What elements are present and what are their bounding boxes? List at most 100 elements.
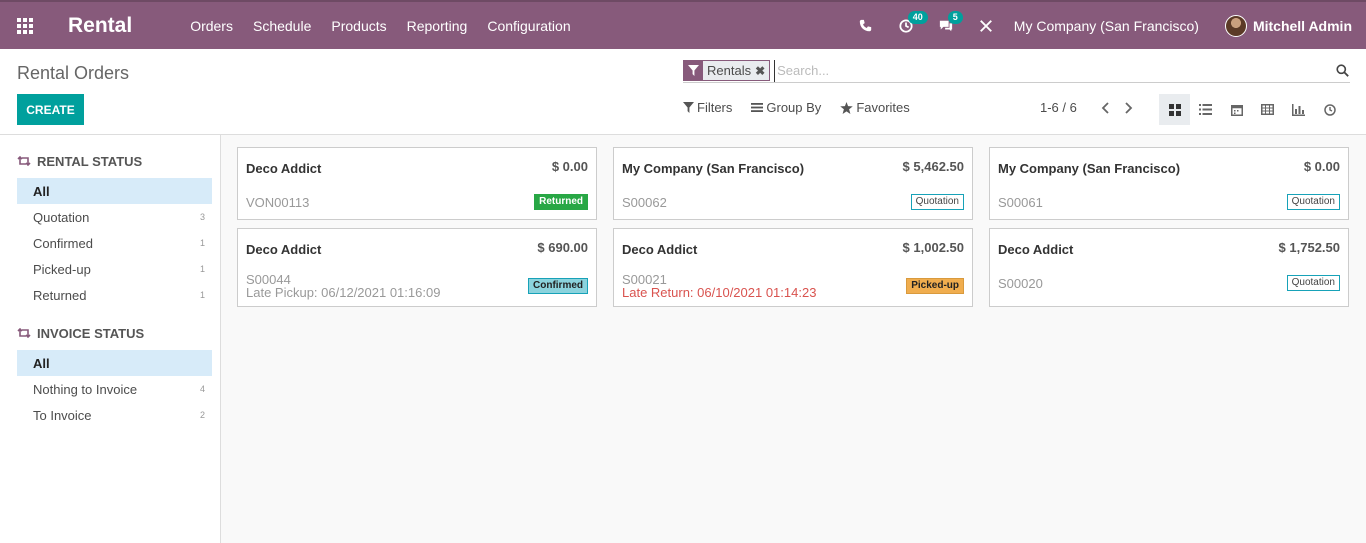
search-icon[interactable] — [1334, 64, 1350, 77]
pager: 1-6 / 6 — [1040, 100, 1141, 115]
group-by-label: Group By — [766, 100, 822, 115]
kanban-card[interactable]: Deco Addict $ 1,002.50 S00021 Late Retur… — [613, 228, 973, 307]
menu-configuration[interactable]: Configuration — [477, 18, 580, 34]
avatar — [1224, 14, 1247, 37]
kanban-card[interactable]: My Company (San Francisco) $ 5,462.50 S0… — [613, 147, 973, 220]
control-panel: Rental Orders CREATE Rentals ✖ Filters G… — [0, 49, 1366, 135]
pager-next-icon[interactable] — [1117, 101, 1141, 114]
filter-label: All — [33, 355, 50, 371]
filter-count: 1 — [199, 290, 205, 300]
rental-status-returned[interactable]: Returned 1 — [17, 282, 212, 308]
rental-status-all[interactable]: All — [17, 178, 212, 204]
invoice-status-nothing-to-invoice[interactable]: Nothing to Invoice 4 — [17, 376, 212, 402]
pager-value[interactable]: 1-6 / 6 — [1040, 100, 1077, 115]
filter-count: 4 — [199, 384, 205, 394]
group-by-button[interactable]: Group By — [751, 100, 821, 115]
list-view-icon[interactable] — [1190, 94, 1221, 125]
activity-clock-icon[interactable]: 40 — [886, 2, 928, 49]
invoice-status-header: INVOICE STATUS — [17, 323, 220, 343]
card-amount: $ 1,752.50 — [1278, 240, 1340, 255]
rental-status-picked-up[interactable]: Picked-up 1 — [17, 256, 212, 282]
filter-icon — [684, 61, 703, 80]
company-switcher[interactable]: My Company (San Francisco) — [1014, 18, 1199, 34]
app-title[interactable]: Rental — [68, 14, 132, 38]
filter-count: 1 — [199, 238, 205, 248]
filters-button[interactable]: Filters — [683, 100, 732, 115]
invoice-status-all[interactable]: All — [17, 350, 212, 376]
debug-tools-icon[interactable] — [966, 2, 1006, 49]
user-name: Mitchell Admin — [1252, 17, 1352, 34]
menu-reporting[interactable]: Reporting — [397, 18, 478, 34]
create-button[interactable]: CREATE — [17, 94, 84, 125]
card-reference: S00020 — [998, 276, 1043, 291]
messages-count-badge: 5 — [947, 11, 963, 24]
kanban-view: Deco Addict $ 0.00 VON00113 Returned My … — [237, 147, 1350, 307]
filter-label: Confirmed — [33, 235, 93, 251]
retweet-icon — [17, 156, 31, 166]
card-amount: $ 0.00 — [1303, 159, 1340, 174]
card-amount: $ 5,462.50 — [902, 159, 964, 174]
kanban-view-icon[interactable] — [1159, 94, 1190, 125]
list-bars-icon — [751, 103, 764, 112]
card-reference: VON00113 — [246, 195, 310, 210]
card-amount: $ 690.00 — [537, 240, 588, 255]
rental-status-title: RENTAL STATUS — [37, 153, 143, 169]
pivot-view-icon[interactable] — [1252, 94, 1283, 125]
facet-remove-icon[interactable]: ✖ — [755, 64, 769, 78]
graph-view-icon[interactable] — [1283, 94, 1314, 125]
status-badge: Quotation — [1286, 275, 1340, 291]
user-menu[interactable]: Mitchell Admin — [1224, 14, 1352, 37]
filter-funnel-icon — [683, 102, 694, 113]
card-amount: $ 1,002.50 — [902, 240, 964, 255]
search-input[interactable] — [774, 59, 1334, 82]
card-reference: S00062 — [622, 195, 667, 210]
card-partner: Deco Addict — [998, 242, 1074, 257]
card-late-return: Late Return: 06/10/2021 01:14:23 — [622, 285, 817, 300]
menu-orders[interactable]: Orders — [180, 18, 243, 34]
view-switcher — [1159, 94, 1345, 125]
card-late-pickup: Late Pickup: 06/12/2021 01:16:09 — [246, 285, 441, 300]
filters-label: Filters — [697, 100, 733, 115]
kanban-card[interactable]: Deco Addict $ 690.00 S00044 Late Pickup:… — [237, 228, 597, 307]
filter-label: Quotation — [33, 209, 90, 225]
filter-label: Picked-up — [33, 261, 91, 277]
filter-label: Nothing to Invoice — [33, 381, 138, 397]
filter-label: All — [33, 183, 50, 199]
retweet-icon — [17, 328, 31, 338]
rental-status-quotation[interactable]: Quotation 3 — [17, 204, 212, 230]
phone-icon[interactable] — [846, 2, 886, 49]
card-partner: My Company (San Francisco) — [998, 161, 1181, 176]
rental-status-confirmed[interactable]: Confirmed 1 — [17, 230, 212, 256]
card-amount: $ 0.00 — [551, 159, 588, 174]
main-menu: Orders Schedule Products Reporting Confi… — [180, 18, 580, 34]
search-panel: RENTAL STATUS All Quotation 3 Confirmed … — [0, 135, 221, 543]
card-reference: S00061 — [998, 195, 1043, 210]
activity-count-badge: 40 — [907, 11, 928, 24]
status-badge: Quotation — [1286, 194, 1340, 210]
calendar-view-icon[interactable] — [1221, 94, 1252, 125]
page-title: Rental Orders — [17, 63, 130, 83]
top-navbar: Rental Orders Schedule Products Reportin… — [0, 0, 1366, 49]
kanban-card[interactable]: Deco Addict $ 1,752.50 S00020 Quotation — [989, 228, 1349, 307]
activity-view-icon[interactable] — [1314, 94, 1345, 125]
kanban-card[interactable]: My Company (San Francisco) $ 0.00 S00061… — [989, 147, 1349, 220]
star-icon — [840, 101, 854, 114]
card-partner: Deco Addict — [246, 161, 322, 176]
pager-previous-icon[interactable] — [1093, 101, 1117, 114]
facet-label: Rentals — [707, 63, 752, 78]
menu-schedule[interactable]: Schedule — [243, 18, 321, 34]
invoice-status-to-invoice[interactable]: To Invoice 2 — [17, 402, 212, 428]
favorites-button[interactable]: Favorites — [840, 100, 910, 115]
status-badge: Quotation — [910, 194, 964, 210]
filter-count: 1 — [199, 264, 205, 274]
search-options: Filters Group By Favorites — [683, 100, 929, 115]
apps-menu-icon[interactable] — [0, 2, 50, 49]
messages-icon[interactable]: 5 — [926, 2, 966, 49]
search-facet: Rentals ✖ — [683, 60, 771, 81]
filter-count: 2 — [199, 410, 205, 420]
kanban-card[interactable]: Deco Addict $ 0.00 VON00113 Returned — [237, 147, 597, 220]
filter-count: 3 — [199, 212, 205, 222]
menu-products[interactable]: Products — [321, 18, 396, 34]
favorites-label: Favorites — [856, 100, 910, 115]
rental-status-header: RENTAL STATUS — [17, 151, 220, 171]
